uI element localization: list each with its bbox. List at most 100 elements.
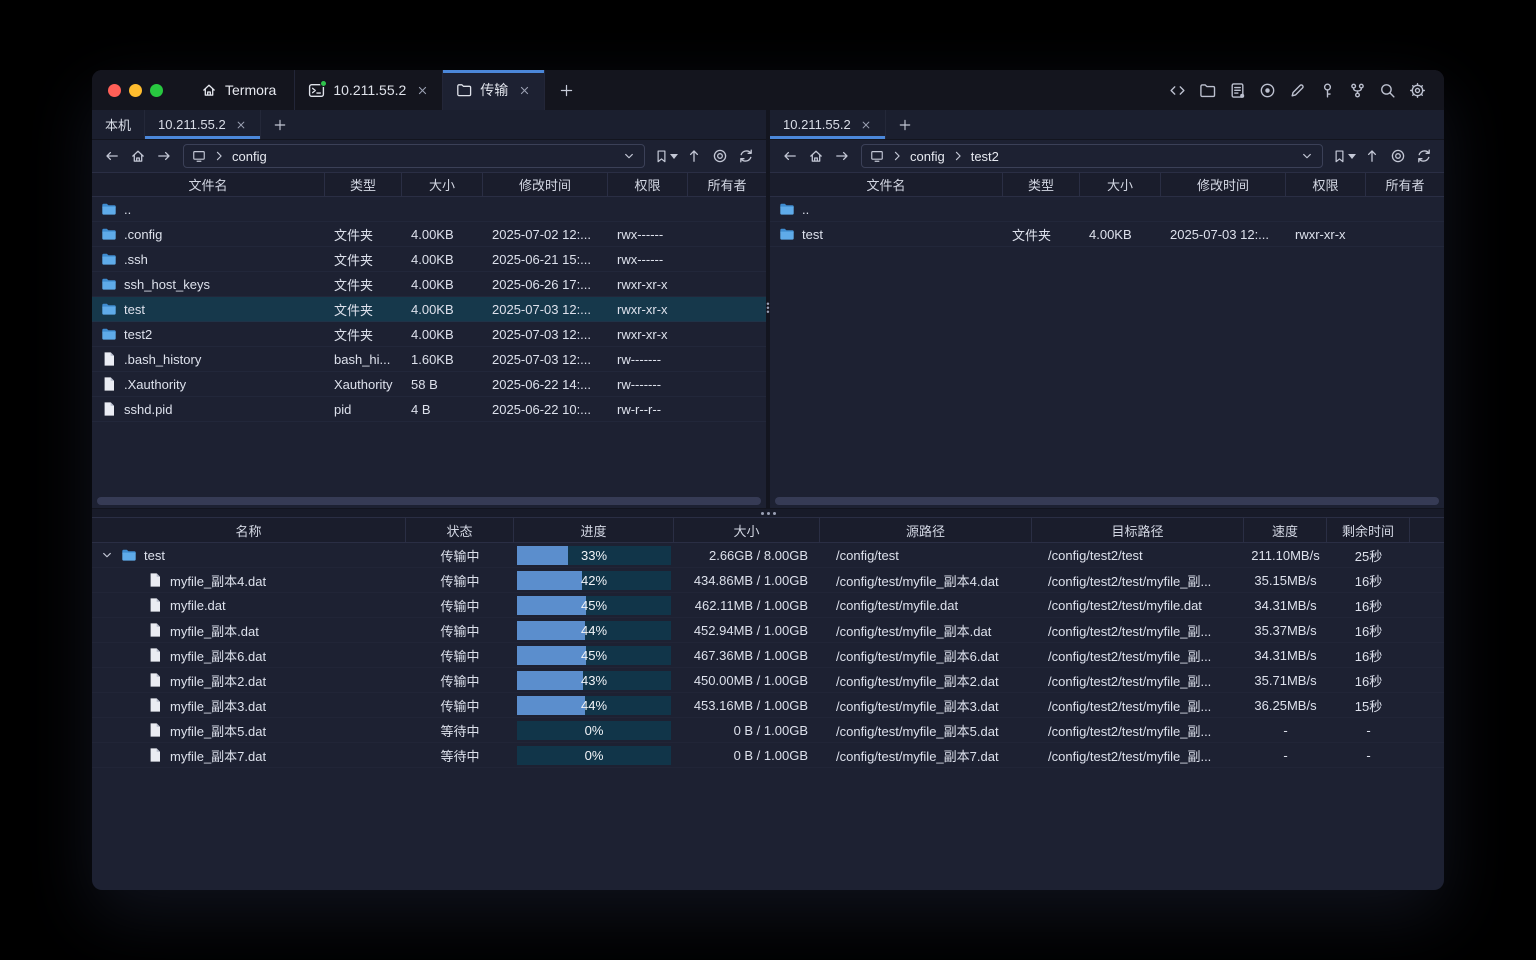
close-icon[interactable] [235,119,247,131]
pane-tab-remote[interactable]: 10.211.55.2 [770,110,886,139]
show-hidden-button[interactable] [1386,144,1410,168]
column-header-owner[interactable]: 所有者 [688,173,766,196]
column-header-source[interactable]: 源路径 [820,518,1032,542]
transfer-row[interactable]: myfile_副本4.dat 传输中 42% 434.86MB / 1.00GB… [92,568,1444,593]
transfer-row[interactable]: myfile.dat 传输中 45% 462.11MB / 1.00GB /co… [92,593,1444,618]
chevron-down-icon[interactable] [1300,149,1314,163]
column-header-speed[interactable]: 速度 [1244,518,1327,542]
path-segment[interactable]: config [910,149,945,164]
search-icon[interactable] [1379,82,1396,99]
tab-home[interactable]: Termora [183,70,294,110]
file-row[interactable]: .. [92,197,766,222]
file-row[interactable]: .ssh 文件夹 4.00KB 2025-06-21 15:... rwx---… [92,247,766,272]
column-header-name[interactable]: 文件名 [92,173,325,196]
new-tab-button[interactable] [545,70,588,110]
close-icon[interactable] [416,84,429,97]
file-name: ssh_host_keys [124,277,210,292]
folder-icon[interactable] [1199,82,1216,99]
file-row[interactable]: .bash_history bash_hi... 1.60KB 2025-07-… [92,347,766,372]
folder-icon [101,276,117,292]
pane-tab-remote[interactable]: 10.211.55.2 [145,110,261,139]
settings-icon[interactable] [1409,82,1426,99]
file-row[interactable]: sshd.pid pid 4 B 2025-06-22 10:... rw-r-… [92,397,766,422]
panes-splitter[interactable]: ••• [766,110,770,508]
column-header-name[interactable]: 名称 [92,518,406,542]
column-header-target[interactable]: 目标路径 [1032,518,1244,542]
path-segment[interactable]: config [232,149,267,164]
transfer-splitter[interactable] [92,508,1444,518]
edit-icon[interactable] [1289,82,1306,99]
close-window-button[interactable] [108,84,121,97]
column-header-modified[interactable]: 修改时间 [1161,173,1286,196]
close-icon[interactable] [518,84,531,97]
back-button[interactable] [778,144,802,168]
pane-new-tab-button[interactable] [261,110,299,139]
transfer-row[interactable]: test 传输中 33% 2.66GB / 8.00GB /config/tes… [92,543,1444,568]
file-row[interactable]: test2 文件夹 4.00KB 2025-07-03 12:... rwxr-… [92,322,766,347]
column-header-perm[interactable]: 权限 [1286,173,1366,196]
home-button[interactable] [804,144,828,168]
transfer-row[interactable]: myfile_副本7.dat 等待中 0% 0 B / 1.00GB /conf… [92,743,1444,768]
path-input[interactable]: config test2 [861,144,1323,168]
file-row[interactable]: .config 文件夹 4.00KB 2025-07-02 12:... rwx… [92,222,766,247]
transfer-row[interactable]: myfile_副本.dat 传输中 44% 452.94MB / 1.00GB … [92,618,1444,643]
tab-host-session[interactable]: 10.211.55.2 [294,70,442,110]
scrollbar-thumb[interactable] [775,497,1439,505]
close-icon[interactable] [860,119,872,131]
collapse-icon[interactable] [100,548,114,562]
column-header-name[interactable]: 文件名 [770,173,1003,196]
column-header-remaining[interactable]: 剩余时间 [1327,518,1410,542]
parent-dir-button[interactable] [1360,144,1384,168]
transfer-row[interactable]: myfile_副本2.dat 传输中 43% 450.00MB / 1.00GB… [92,668,1444,693]
column-header-size[interactable]: 大小 [402,173,483,196]
code-icon[interactable] [1169,82,1186,99]
home-button[interactable] [126,144,150,168]
fullscreen-window-button[interactable] [150,84,163,97]
file-row[interactable]: ssh_host_keys 文件夹 4.00KB 2025-06-26 17:.… [92,272,766,297]
transfer-row[interactable]: myfile_副本5.dat 等待中 0% 0 B / 1.00GB /conf… [92,718,1444,743]
pane-new-tab-button[interactable] [886,110,924,139]
column-header-perm[interactable]: 权限 [608,173,688,196]
column-header-size[interactable]: 大小 [1080,173,1161,196]
file-row-selected[interactable]: test 文件夹 4.00KB 2025-07-03 12:... rwxr-x… [92,297,766,322]
folder-icon [101,326,117,342]
transfer-row[interactable]: myfile_副本3.dat 传输中 44% 453.16MB / 1.00GB… [92,693,1444,718]
horizontal-scrollbar[interactable] [770,494,1444,508]
pane-tab-label: 本机 [105,115,131,134]
transfer-row[interactable]: myfile_副本6.dat 传输中 45% 467.36MB / 1.00GB… [92,643,1444,668]
pane-tab-local[interactable]: 本机 [92,110,145,139]
forward-button[interactable] [830,144,854,168]
bookmark-icon [654,149,669,164]
bookmark-button[interactable] [1330,149,1358,164]
column-header-modified[interactable]: 修改时间 [483,173,608,196]
branch-icon[interactable] [1349,82,1366,99]
chevron-down-icon[interactable] [622,149,636,163]
tab-transfer[interactable]: 传输 [442,70,545,110]
minimize-window-button[interactable] [129,84,142,97]
file-row[interactable]: .. [770,197,1444,222]
column-header-size[interactable]: 大小 [674,518,820,542]
status-badge: 传输中 [406,546,514,565]
key-icon[interactable] [1319,82,1336,99]
path-input[interactable]: config [183,144,645,168]
bookmark-button[interactable] [652,149,680,164]
back-button[interactable] [100,144,124,168]
forward-button[interactable] [152,144,176,168]
log-icon[interactable] [1229,82,1246,99]
scrollbar-thumb[interactable] [97,497,761,505]
file-row[interactable]: test 文件夹 4.00KB 2025-07-03 12:... rwxr-x… [770,222,1444,247]
column-header-status[interactable]: 状态 [406,518,514,542]
parent-dir-button[interactable] [682,144,706,168]
column-header-owner[interactable]: 所有者 [1366,173,1444,196]
refresh-button[interactable] [1412,144,1436,168]
record-icon[interactable] [1259,82,1276,99]
show-hidden-button[interactable] [708,144,732,168]
refresh-button[interactable] [734,144,758,168]
path-segment[interactable]: test2 [971,149,999,164]
horizontal-scrollbar[interactable] [92,494,766,508]
file-row[interactable]: .Xauthority Xauthority 58 B 2025-06-22 1… [92,372,766,397]
column-header-type[interactable]: 类型 [1003,173,1080,196]
column-header-progress[interactable]: 进度 [514,518,674,542]
file-icon [101,351,117,367]
column-header-type[interactable]: 类型 [325,173,402,196]
